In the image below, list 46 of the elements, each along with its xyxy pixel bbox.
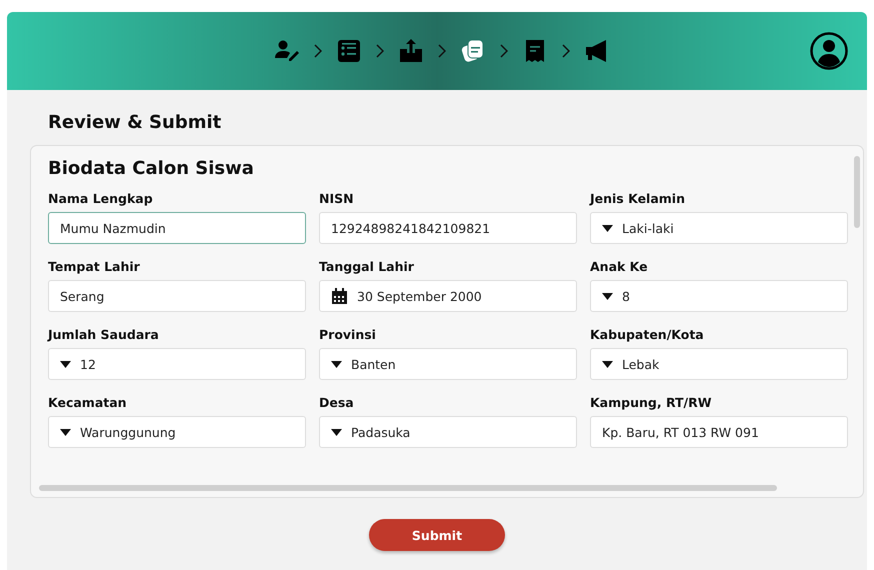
chevron-icon <box>376 44 384 58</box>
chevron-icon <box>562 44 570 58</box>
page-title: Review & Submit <box>48 112 222 133</box>
date-field[interactable]: 30 September 2000 <box>319 280 577 312</box>
chevron-icon <box>314 44 322 58</box>
dropdown-field[interactable]: Lebak <box>590 348 848 380</box>
input-field[interactable]: Mumu Nazmudin <box>48 212 306 244</box>
caret-icon <box>60 360 71 368</box>
field-label: Jumlah Saudara <box>48 327 160 342</box>
caret-icon <box>602 292 613 300</box>
card-title: Biodata Calon Siswa <box>48 158 255 179</box>
submit-button[interactable]: Submit <box>369 519 505 551</box>
list-icon[interactable] <box>336 38 362 64</box>
dropdown-field[interactable]: 12 <box>48 348 306 380</box>
calendar-icon <box>331 288 348 304</box>
account-icon[interactable] <box>809 31 849 71</box>
user-edit-icon[interactable] <box>274 38 300 64</box>
input-field[interactable]: Kp. Baru, RT 013 RW 091 <box>590 416 848 448</box>
dropdown-field[interactable]: Warunggunung <box>48 416 306 448</box>
field-label: Anak Ke <box>590 259 649 274</box>
dropdown-field[interactable]: Padasuka <box>319 416 577 448</box>
caret-icon <box>602 224 613 232</box>
field-label: Tempat Lahir <box>48 259 141 274</box>
field-label: NISN <box>319 191 355 206</box>
caret-icon <box>331 428 342 436</box>
vertical-scrollbar[interactable] <box>854 156 860 228</box>
caret-icon <box>60 428 71 436</box>
upload-icon[interactable] <box>398 38 424 64</box>
caret-icon <box>602 360 613 368</box>
dropdown-field[interactable]: 8 <box>590 280 848 312</box>
horizontal-scrollbar[interactable] <box>39 485 777 491</box>
field-label: Jenis Kelamin <box>590 191 686 206</box>
field-label: Kabupaten/Kota <box>590 327 705 342</box>
field-label: Provinsi <box>319 327 377 342</box>
dropdown-field[interactable]: Laki-laki <box>590 212 848 244</box>
chevron-icon <box>500 44 508 58</box>
field-label: Kampung, RT/RW <box>590 395 713 410</box>
input-field[interactable]: 12924898241842109821 <box>319 212 577 244</box>
field-label: Desa <box>319 395 355 410</box>
dropdown-field[interactable]: Banten <box>319 348 577 380</box>
caret-icon <box>331 360 342 368</box>
field-label: Kecamatan <box>48 395 128 410</box>
field-label: Tanggal Lahir <box>319 259 415 274</box>
input-field[interactable]: Serang <box>48 280 306 312</box>
field-label: Nama Lengkap <box>48 191 154 206</box>
chevron-icon <box>438 44 446 58</box>
